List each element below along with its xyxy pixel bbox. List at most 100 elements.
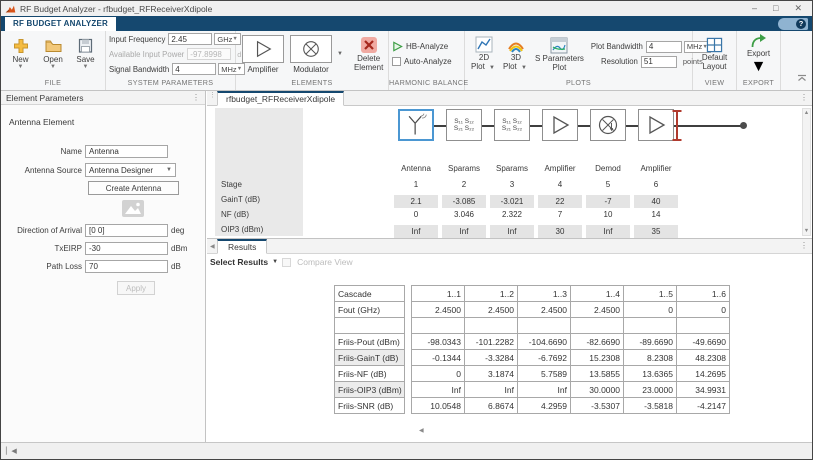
results-cell: -3.5818 xyxy=(624,398,677,414)
close-button[interactable]: ✕ xyxy=(794,2,802,15)
open-button[interactable]: Open ▼ xyxy=(37,38,69,71)
auto-analyze-checkbox[interactable]: Auto-Analyze xyxy=(392,54,452,69)
s-parameters-plot-icon xyxy=(550,37,568,54)
results-row-label: Friis-Pout (dBm) xyxy=(335,334,405,350)
panel-menu-icon[interactable]: ⋮ xyxy=(192,93,200,103)
name-label: Name xyxy=(1,147,85,156)
resolution-label: Resolution xyxy=(591,57,641,66)
results-cell xyxy=(677,318,730,334)
export-dropdown-arrow[interactable]: ▼ xyxy=(751,58,767,76)
document-menu-icon[interactable]: ⋮ xyxy=(800,93,808,103)
default-layout-button[interactable]: Default Layout xyxy=(702,37,727,71)
txeirp-field[interactable] xyxy=(85,242,168,255)
elements-gallery-arrow[interactable]: ▼ xyxy=(337,51,343,57)
resolution-field[interactable] xyxy=(641,56,677,68)
stage-cell: 22 xyxy=(538,195,582,208)
modulator-icon xyxy=(300,39,322,59)
results-row-label: Friis-SNR (dB) xyxy=(335,398,405,414)
ribbon-toolbar: New ▼ Open ▼ Save ▼ FILE xyxy=(1,31,812,91)
input-frequency-label: Input Frequency xyxy=(109,35,168,44)
results-cell: 0 xyxy=(412,366,465,382)
antenna-icon xyxy=(403,112,429,138)
maximize-button[interactable]: □ xyxy=(773,2,778,15)
stage-cell: Inf xyxy=(586,225,630,238)
hb-analyze-button[interactable]: HB-Analyze xyxy=(392,39,448,54)
stage-column-header: Amplifier xyxy=(536,164,584,173)
plot-2d-arrow[interactable]: ▼ xyxy=(489,65,495,71)
delete-icon xyxy=(360,36,378,54)
results-cell: 0 xyxy=(677,302,730,318)
stage-cell: -3.021 xyxy=(490,195,534,208)
txeirp-label: TxEIRP xyxy=(1,244,85,253)
help-button[interactable]: ? xyxy=(778,18,808,30)
document-tab[interactable]: rfbudget_RFReceiverXdipole xyxy=(217,91,344,106)
results-menu-icon[interactable]: ⋮ xyxy=(800,241,808,251)
demod-block[interactable] xyxy=(590,109,626,141)
minimize-button[interactable]: – xyxy=(752,2,757,15)
signal-bandwidth-field[interactable] xyxy=(172,63,216,75)
results-cell: 1..4 xyxy=(571,286,624,302)
canvas-vertical-scrollbar[interactable]: ▲ ▼ xyxy=(802,108,811,236)
collapse-ribbon-button[interactable] xyxy=(797,69,807,87)
direction-of-arrival-unit: deg xyxy=(171,226,184,235)
plot-3d-arrow[interactable]: ▼ xyxy=(521,65,527,71)
amplifier-icon xyxy=(252,39,274,59)
results-cell xyxy=(571,318,624,334)
sparams-block-2[interactable]: S₁₁ S₁₂ S₂₁ S₂₂ xyxy=(494,109,530,141)
amplifier-block-1[interactable] xyxy=(542,109,578,141)
section-plots: 2D Plot ▼ 3D Plot ▼ S Parameters Plot Pl… xyxy=(465,31,693,90)
results-cell: 1..3 xyxy=(518,286,571,302)
results-cell: -3.5307 xyxy=(571,398,624,414)
results-hscroll-left-icon[interactable]: ◀ xyxy=(419,427,424,434)
scroll-up-icon[interactable]: ▲ xyxy=(803,110,810,116)
amplifier-icon xyxy=(547,113,573,137)
stage-row-label: OIP3 (dBm) xyxy=(221,225,263,234)
compare-view-checkbox[interactable] xyxy=(282,258,291,267)
statusbar-dock-icon[interactable]: ▏◀ xyxy=(6,447,17,455)
name-field[interactable] xyxy=(85,145,168,158)
compare-view-label: Compare View xyxy=(297,257,353,267)
delete-element-button[interactable]: Delete Element xyxy=(354,36,383,72)
results-cell: 2.4500 xyxy=(412,302,465,318)
open-dropdown-arrow[interactable]: ▼ xyxy=(50,64,56,71)
amplifier-block-2[interactable] xyxy=(638,109,674,141)
panel-title: Element Parameters xyxy=(6,93,192,103)
results-cell: 8.2308 xyxy=(624,350,677,366)
direction-of-arrival-field[interactable] xyxy=(85,224,168,237)
modulator-element-button[interactable]: Modulator xyxy=(290,35,332,74)
sparams-block-1[interactable]: S₁₁ S₁₂ S₂₁ S₂₂ xyxy=(446,109,482,141)
stage-cell: 2.322 xyxy=(488,210,536,219)
save-button[interactable]: Save ▼ xyxy=(70,38,102,71)
select-results-label: Select Results xyxy=(210,257,268,267)
new-button[interactable]: New ▼ xyxy=(5,38,37,71)
s-parameters-plot-button[interactable]: S Parameters Plot xyxy=(535,37,584,72)
antenna-source-select[interactable]: Antenna Designer ▼ xyxy=(85,163,176,177)
results-cell: 4.2959 xyxy=(518,398,571,414)
scroll-down-icon[interactable]: ▼ xyxy=(803,228,810,234)
stage-row-label: NF (dB) xyxy=(221,210,249,219)
results-tab[interactable]: Results xyxy=(217,239,267,254)
plot-3d-button[interactable]: 3D Plot ▼ xyxy=(503,36,529,73)
results-collapse-icon[interactable]: ◀ xyxy=(210,243,215,250)
ribbon-tab-rf-budget-analyzer[interactable]: RF BUDGET ANALYZER xyxy=(5,17,116,31)
results-header: ◀ Results ⋮ xyxy=(207,239,812,254)
plot-bandwidth-field[interactable] xyxy=(646,41,682,53)
stage-column-header: Antenna xyxy=(392,164,440,173)
export-button[interactable]: Export ▼ xyxy=(747,33,770,76)
path-loss-field[interactable] xyxy=(85,260,168,273)
antenna-block[interactable] xyxy=(398,109,434,141)
select-results-arrow[interactable]: ▼ xyxy=(272,259,278,265)
open-folder-icon xyxy=(45,38,62,54)
results-cell: 1..5 xyxy=(624,286,677,302)
input-frequency-field[interactable] xyxy=(168,33,212,45)
chevron-down-icon: ▼ xyxy=(166,167,172,173)
path-loss-unit: dB xyxy=(171,262,181,271)
results-cell: 6.8674 xyxy=(465,398,518,414)
save-dropdown-arrow[interactable]: ▼ xyxy=(83,64,89,71)
create-antenna-button[interactable]: Create Antenna xyxy=(88,181,179,195)
apply-button[interactable]: Apply xyxy=(117,281,155,295)
new-dropdown-arrow[interactable]: ▼ xyxy=(18,64,24,71)
section-label-file: FILE xyxy=(1,77,105,89)
plot-2d-button[interactable]: 2D Plot ▼ xyxy=(471,36,497,73)
amplifier-element-button[interactable]: Amplifier xyxy=(242,35,284,74)
